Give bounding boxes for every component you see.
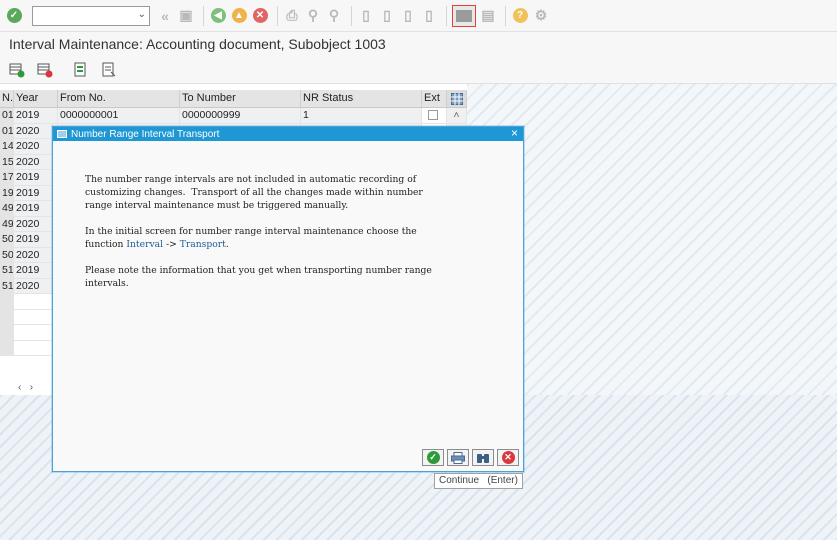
column-header[interactable]: To Number	[180, 90, 301, 107]
column-header[interactable]: N..	[0, 90, 14, 107]
row-selector[interactable]: 49	[0, 201, 14, 216]
last-page-icon[interactable]: ▯	[420, 7, 438, 25]
binoculars-icon	[477, 453, 489, 463]
dialog-text-paragraph: Please note the information that you get…	[85, 265, 432, 289]
transport-dialog: Number Range Interval Transport × The nu…	[52, 126, 524, 472]
dialog-text-paragraph: The number range intervals are not inclu…	[85, 174, 423, 211]
scroll-right-icon[interactable]: ›	[30, 382, 33, 393]
dialog-body: The number range intervals are not inclu…	[53, 141, 523, 290]
page-title: Interval Maintenance: Accounting documen…	[0, 32, 837, 57]
first-page-icon[interactable]: ▯	[357, 7, 375, 25]
find-icon[interactable]: ⚲	[304, 7, 322, 25]
row-selector[interactable]	[0, 309, 14, 324]
scroll-left-icon[interactable]: ‹	[18, 382, 21, 393]
select-block-icon[interactable]	[72, 61, 90, 79]
separator	[505, 5, 506, 26]
find-button[interactable]	[472, 449, 494, 466]
layout-icon[interactable]	[452, 4, 476, 27]
chevron-down-icon[interactable]: ⌄	[138, 9, 146, 20]
horizontal-scrollbar[interactable]: ‹ ›	[0, 379, 55, 395]
row-selector[interactable]: 17	[0, 170, 14, 185]
application-toolbar	[0, 57, 837, 84]
row-selector[interactable]	[0, 325, 14, 340]
column-header[interactable]: Ext	[422, 90, 447, 107]
ext-checkbox[interactable]	[428, 110, 438, 120]
dialog-text-paragraph: In the initial screen for number range i…	[85, 225, 523, 251]
row-selector[interactable]: 15	[0, 154, 14, 169]
dialog-title: Number Range Interval Transport	[71, 128, 220, 140]
continue-tooltip: Continue (Enter)	[434, 473, 523, 489]
row-selector[interactable]: 50	[0, 247, 14, 262]
dialog-button-bar: ✓ ✕	[419, 449, 519, 466]
cancel-button[interactable]: ✕	[497, 449, 519, 466]
command-field[interactable]: ⌄	[32, 5, 150, 26]
print-icon	[451, 451, 465, 464]
dialog-window-icon	[57, 130, 67, 138]
interval-link[interactable]: Interval	[126, 239, 163, 250]
table-settings-icon[interactable]	[447, 90, 467, 107]
help-icon[interactable]: ?	[511, 7, 529, 25]
back-icon[interactable]: «	[156, 7, 174, 25]
row-selector[interactable]	[0, 294, 14, 309]
cancel-icon: ✕	[501, 451, 515, 464]
from-number-cell[interactable]: 0000000001	[58, 108, 180, 123]
row-selector[interactable]: 49	[0, 216, 14, 231]
save-icon[interactable]: ▣	[177, 7, 195, 25]
separator	[446, 5, 447, 26]
back-nav-icon[interactable]: ◀	[209, 7, 227, 25]
separator	[277, 5, 278, 26]
row-selector[interactable]: 19	[0, 185, 14, 200]
cancel-icon[interactable]: ✕	[251, 7, 269, 25]
nr-status-cell[interactable]: 1	[301, 108, 422, 123]
continue-button[interactable]: ✓	[422, 449, 444, 466]
ext-checkbox-cell[interactable]	[422, 108, 447, 123]
exit-icon[interactable]: ▲	[230, 7, 248, 25]
to-number-cell[interactable]: 0000000999	[180, 108, 301, 123]
next-page-icon[interactable]: ▯	[399, 7, 417, 25]
dialog-text: ->	[163, 239, 180, 250]
prev-page-icon[interactable]: ▯	[378, 7, 396, 25]
separator	[351, 5, 352, 26]
dialog-title-bar[interactable]: Number Range Interval Transport ×	[53, 126, 523, 141]
check-icon: ✓	[426, 451, 440, 464]
separator	[203, 5, 204, 26]
system-toolbar: ✓ ⌄ « ▣ ◀ ▲ ✕ ⎙ ⚲ ⚲ ▯ ▯ ▯ ▯ ▤ ? ⚙	[0, 0, 837, 32]
column-header[interactable]: Year	[14, 90, 58, 107]
year-cell[interactable]: 2019	[14, 108, 58, 123]
print-button[interactable]	[447, 449, 469, 466]
row-selector[interactable]: 01	[0, 108, 14, 123]
table-header: N.. Year From No. To Number NR Status Ex…	[0, 90, 467, 108]
row-selector[interactable]	[0, 340, 14, 355]
table-row[interactable]: 01 2019 0000000001 0000000999 1 ˄	[0, 108, 467, 124]
settings-icon[interactable]: ⚙	[532, 7, 550, 25]
row-selector[interactable]: 01	[0, 123, 14, 138]
row-selector[interactable]: 50	[0, 232, 14, 247]
detail-icon[interactable]	[100, 61, 118, 79]
scroll-up-icon[interactable]: ˄	[447, 108, 467, 123]
close-icon[interactable]: ×	[511, 126, 518, 140]
print-icon[interactable]: ⎙	[283, 7, 301, 25]
insert-interval-icon[interactable]	[8, 61, 26, 79]
transport-link[interactable]: Transport	[180, 239, 226, 250]
column-header[interactable]: From No.	[58, 90, 180, 107]
row-selector[interactable]: 51	[0, 278, 14, 293]
new-session-icon[interactable]: ▤	[479, 7, 497, 25]
row-selector[interactable]: 51	[0, 263, 14, 278]
find-next-icon[interactable]: ⚲	[325, 7, 343, 25]
row-selector[interactable]: 14	[0, 139, 14, 154]
dialog-text: .	[225, 239, 229, 250]
column-header[interactable]: NR Status	[301, 90, 422, 107]
delete-interval-icon[interactable]	[36, 61, 54, 79]
enter-icon[interactable]: ✓	[5, 7, 23, 25]
